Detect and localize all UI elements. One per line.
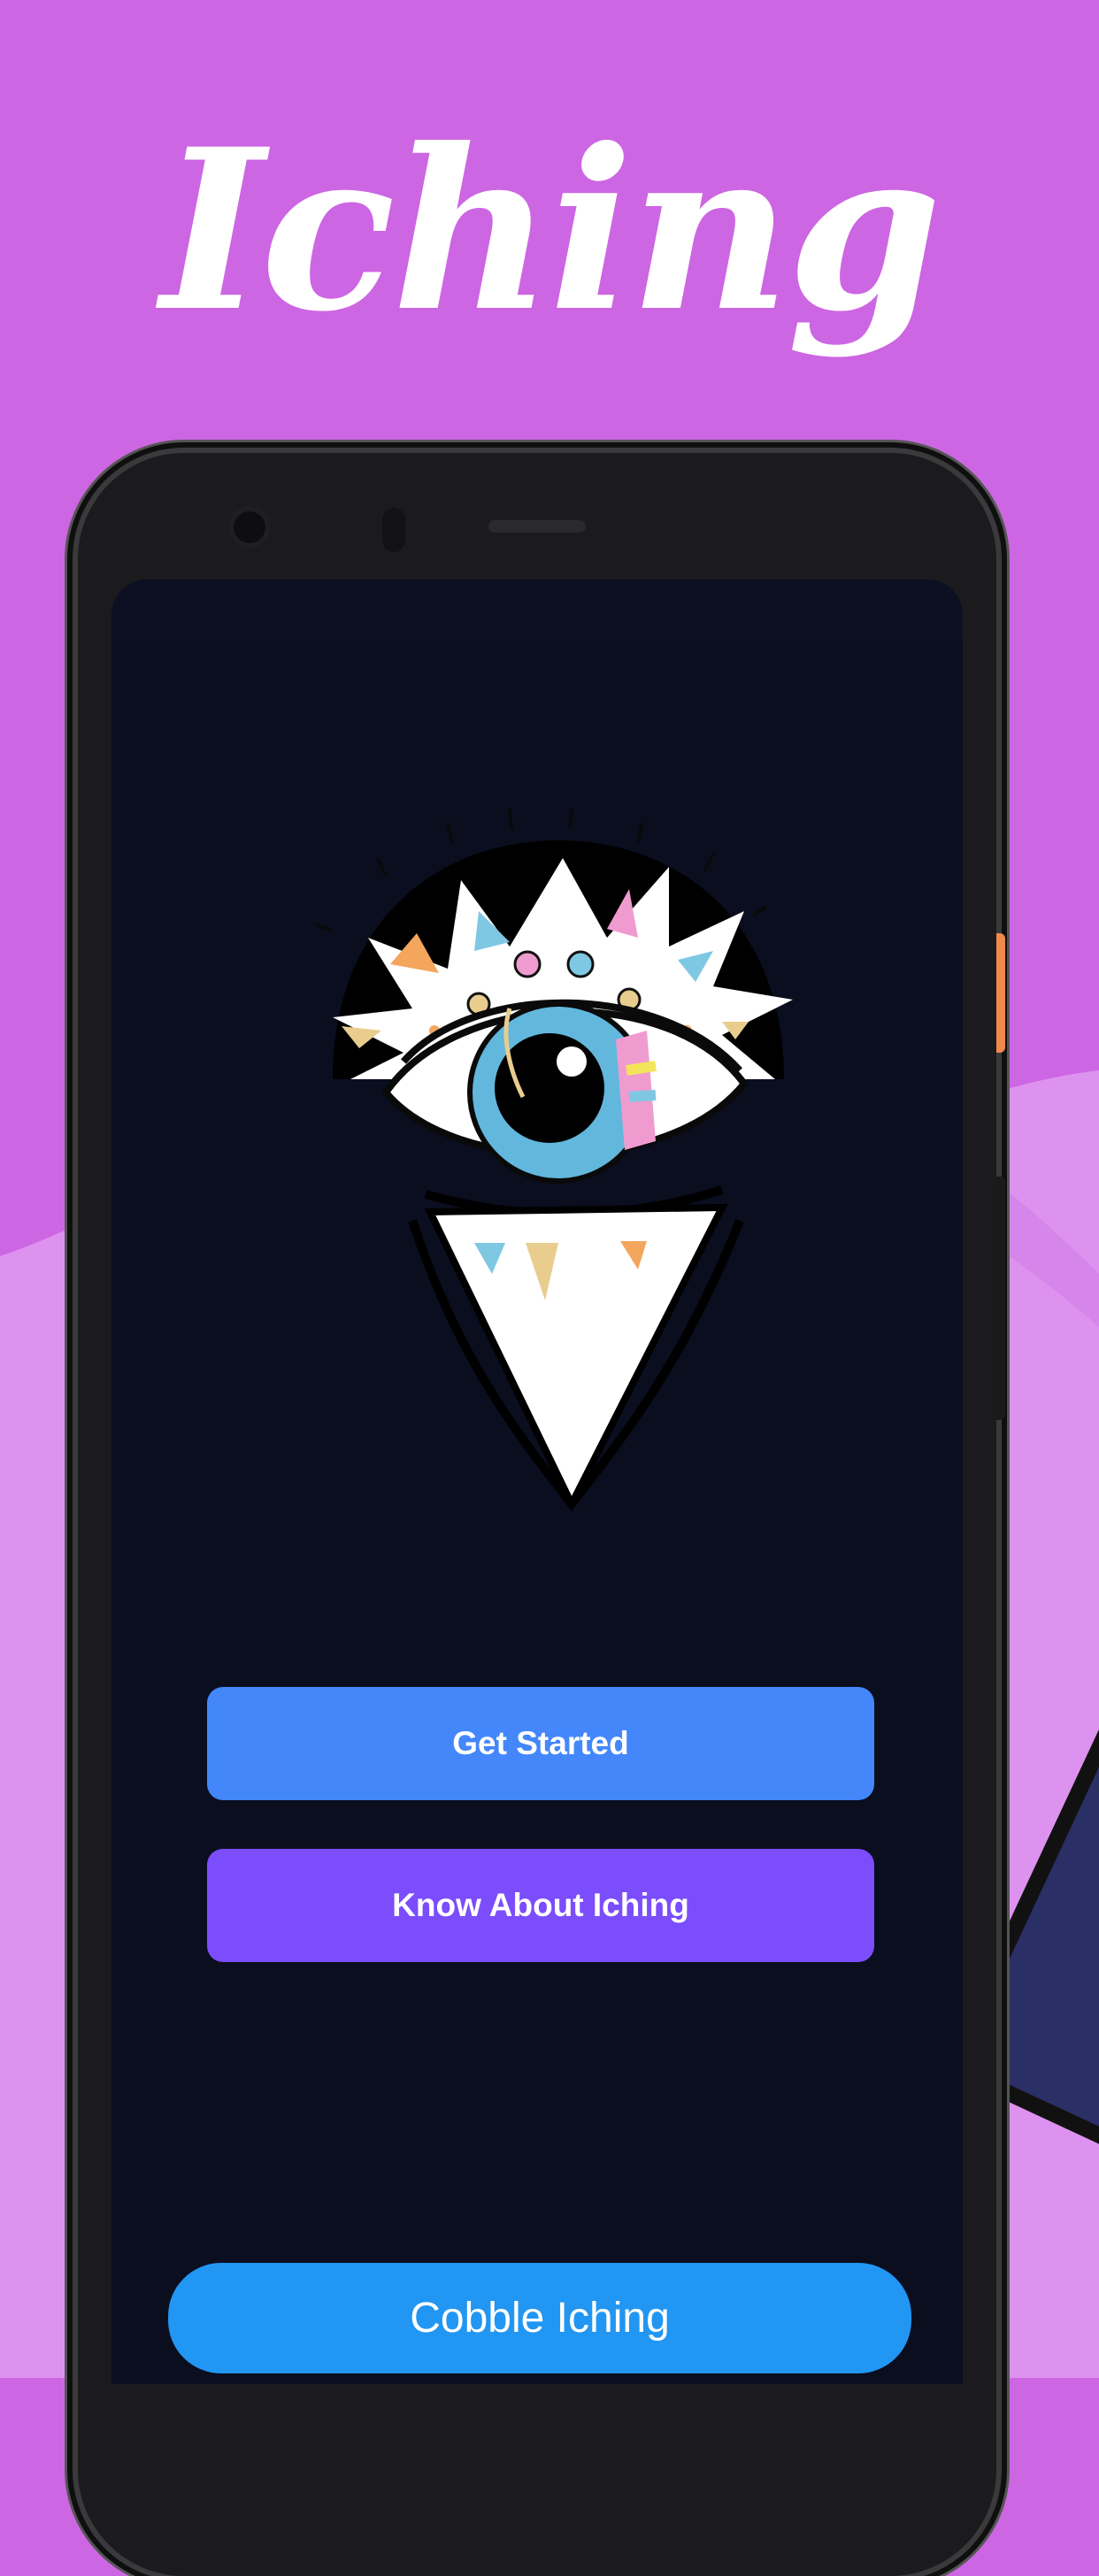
phone-screen: Get Started Know About Iching [111, 579, 963, 2384]
get-started-button[interactable]: Get Started [207, 1687, 874, 1800]
phone-sensor [382, 508, 405, 552]
status-bar [111, 579, 963, 641]
phone-speaker [488, 520, 586, 533]
app-title: Iching [160, 100, 941, 360]
phone-side-button [996, 933, 1005, 1053]
evil-eye-logo-icon [314, 809, 793, 1513]
phone-camera [228, 506, 271, 548]
phone-power-button [996, 1177, 1005, 1420]
cobble-iching-button[interactable]: Cobble Iching [168, 2263, 911, 2373]
know-about-iching-button[interactable]: Know About Iching [207, 1849, 874, 1962]
